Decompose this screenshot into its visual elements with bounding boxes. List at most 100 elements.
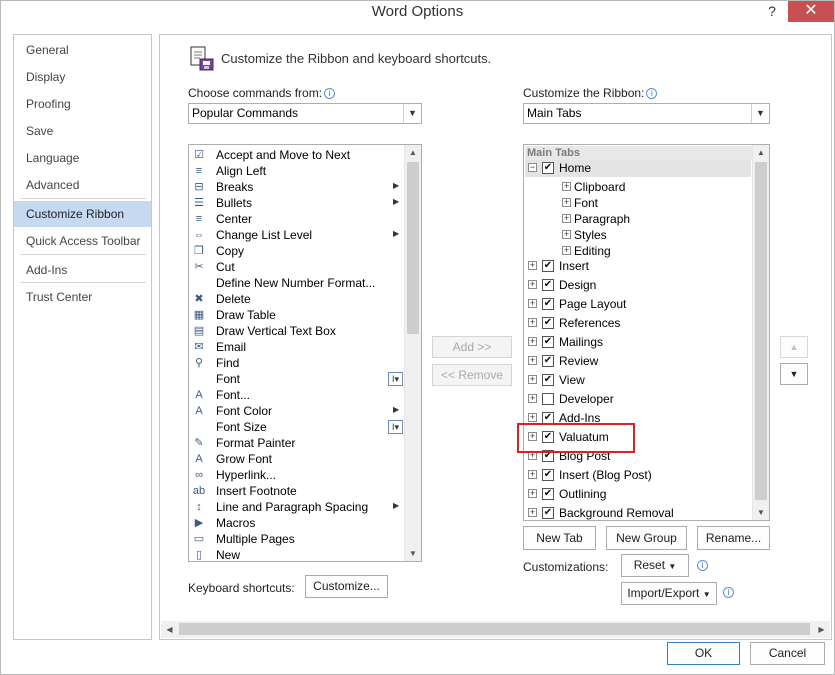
tree-item[interactable]: + ✔ Review	[525, 353, 751, 370]
checkbox[interactable]: ✔	[542, 317, 554, 329]
scroll-thumb[interactable]	[407, 162, 419, 334]
expand-icon[interactable]: +	[562, 246, 571, 255]
expand-icon[interactable]: +	[528, 280, 537, 289]
tree-item[interactable]: + ✔ Outlining	[525, 486, 751, 503]
checkbox[interactable]: ✔	[542, 279, 554, 291]
expand-icon[interactable]: +	[528, 413, 537, 422]
customize-shortcuts-button[interactable]: Customize...	[305, 575, 388, 598]
list-item[interactable]: ☑ Accept and Move to Next	[189, 147, 405, 163]
new-tab-button[interactable]: New Tab	[523, 526, 596, 550]
checkbox[interactable]: ✔	[542, 469, 554, 481]
scroll-down-icon[interactable]: ▼	[405, 546, 421, 561]
import-export-button[interactable]: Import/Export ▼	[621, 582, 717, 605]
checkbox[interactable]: ✔	[542, 260, 554, 272]
list-item[interactable]: A Font Color ▶	[189, 403, 405, 419]
commands-scrollbar[interactable]: ▲ ▼	[404, 145, 421, 561]
list-item[interactable]: ⚲ Find	[189, 355, 405, 371]
scroll-up-icon[interactable]: ▲	[753, 145, 769, 160]
expand-icon[interactable]: +	[562, 214, 571, 223]
choose-commands-combo[interactable]: Popular Commands ▼	[188, 103, 422, 124]
close-button[interactable]: ✕	[788, 1, 834, 22]
nav-item-save[interactable]: Save	[14, 118, 151, 144]
cancel-button[interactable]: Cancel	[750, 642, 825, 665]
chevron-down-icon[interactable]: ▼	[751, 104, 769, 123]
scroll-thumb[interactable]	[755, 162, 767, 500]
list-item[interactable]: ↕ Line and Paragraph Spacing ▶	[189, 499, 405, 515]
expand-icon[interactable]: +	[562, 198, 571, 207]
list-item[interactable]: ✎ Format Painter	[189, 435, 405, 451]
nav-item-language[interactable]: Language	[14, 145, 151, 171]
tree-item[interactable]: + ✔ Insert (Blog Post)	[525, 467, 751, 484]
list-item[interactable]: ▭ Multiple Pages	[189, 531, 405, 547]
checkbox[interactable]: ✔	[542, 355, 554, 367]
scroll-down-icon[interactable]: ▼	[753, 505, 769, 520]
add-button[interactable]: Add >>	[432, 336, 512, 358]
checkbox[interactable]: ✔	[542, 374, 554, 386]
tree-item[interactable]: + Developer	[525, 391, 751, 408]
nav-item-general[interactable]: General	[14, 37, 151, 63]
list-item[interactable]: Define New Number Format...	[189, 275, 405, 291]
chevron-down-icon[interactable]: ▼	[403, 104, 421, 123]
expand-icon[interactable]: +	[528, 375, 537, 384]
expand-icon[interactable]: +	[528, 508, 537, 517]
checkbox[interactable]: ✔	[542, 507, 554, 519]
ok-button[interactable]: OK	[667, 642, 740, 665]
move-down-button[interactable]: ▼	[780, 363, 808, 385]
collapse-icon[interactable]: −	[528, 163, 537, 172]
nav-item-add-ins[interactable]: Add-Ins	[14, 257, 151, 283]
scroll-left-icon[interactable]: ◀	[161, 621, 178, 638]
new-group-button[interactable]: New Group	[606, 526, 687, 550]
panel-horizontal-scrollbar[interactable]: ◀ ▶	[161, 621, 830, 638]
info-icon[interactable]: i	[697, 560, 708, 571]
expand-icon[interactable]: +	[528, 356, 537, 365]
list-item[interactable]: ❐ Copy	[189, 243, 405, 259]
nav-item-proofing[interactable]: Proofing	[14, 91, 151, 117]
nav-item-quick-access-toolbar[interactable]: Quick Access Toolbar	[14, 228, 151, 254]
nav-item-trust-center[interactable]: Trust Center	[14, 284, 151, 310]
nav-item-customize-ribbon[interactable]: Customize Ribbon	[14, 201, 151, 227]
expand-icon[interactable]: +	[528, 394, 537, 403]
commands-list[interactable]: ☑ Accept and Move to Next ≡ Align Left ⊟ Brea…	[188, 144, 422, 562]
list-item[interactable]: ▦ Draw Table	[189, 307, 405, 323]
customize-ribbon-combo[interactable]: Main Tabs ▼	[523, 103, 770, 124]
list-item[interactable]: A Font...	[189, 387, 405, 403]
tree-scrollbar[interactable]: ▲ ▼	[752, 145, 769, 520]
ribbon-tabs-tree[interactable]: Main Tabs − ✔ Home + Clipboard + Font + Paragrap…	[523, 144, 770, 521]
expand-icon[interactable]: +	[528, 489, 537, 498]
info-icon[interactable]: i	[723, 587, 734, 598]
expand-icon[interactable]: +	[528, 261, 537, 270]
expand-icon[interactable]: +	[562, 182, 571, 191]
list-item[interactable]: ☰ Bullets ▶	[189, 195, 405, 211]
tree-item[interactable]: + ✔ Insert	[525, 258, 751, 275]
checkbox[interactable]: ✔	[542, 488, 554, 500]
info-icon[interactable]: i	[324, 88, 336, 99]
scroll-up-icon[interactable]: ▲	[405, 145, 421, 160]
list-item[interactable]: ⊟ Breaks ▶	[189, 179, 405, 195]
scroll-right-icon[interactable]: ▶	[813, 621, 830, 638]
expand-icon[interactable]: +	[528, 337, 537, 346]
tree-item[interactable]: + Font	[525, 195, 751, 212]
checkbox[interactable]: ✔	[542, 298, 554, 310]
nav-item-advanced[interactable]: Advanced	[14, 172, 151, 198]
expand-icon[interactable]: +	[562, 230, 571, 239]
help-button[interactable]: ?	[759, 1, 785, 23]
tree-item[interactable]: + Clipboard	[525, 179, 751, 196]
remove-button[interactable]: << Remove	[432, 364, 512, 386]
list-item[interactable]: ▯ New	[189, 547, 405, 561]
tree-item[interactable]: + ✔ Mailings	[525, 334, 751, 351]
list-item[interactable]: ✉ Email	[189, 339, 405, 355]
list-item[interactable]: ∞ Hyperlink...	[189, 467, 405, 483]
scroll-thumb[interactable]	[179, 623, 810, 635]
list-item[interactable]: ⇔ Change List Level ▶	[189, 227, 405, 243]
tree-item[interactable]: + ✔ References	[525, 315, 751, 332]
list-item[interactable]: A Grow Font	[189, 451, 405, 467]
checkbox[interactable]: ✔	[542, 162, 554, 174]
expand-icon[interactable]: +	[528, 470, 537, 479]
tree-item[interactable]: − ✔ Home	[525, 160, 751, 177]
list-item[interactable]: ≡ Align Left	[189, 163, 405, 179]
list-item[interactable]: Font I▾	[189, 371, 405, 387]
tree-item[interactable]: + ✔ Page Layout	[525, 296, 751, 313]
tree-item[interactable]: + Paragraph	[525, 211, 751, 228]
expand-icon[interactable]: +	[528, 318, 537, 327]
list-item[interactable]: ≡ Center	[189, 211, 405, 227]
